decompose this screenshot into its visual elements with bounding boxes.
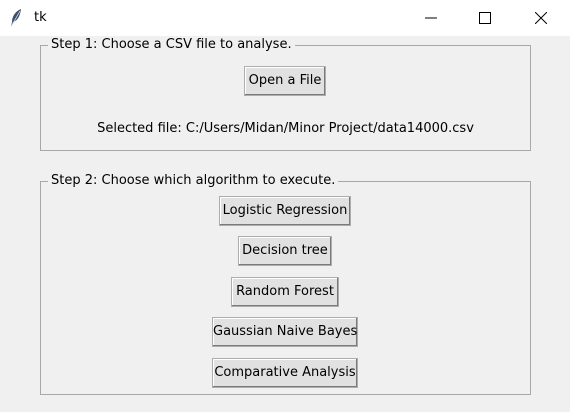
step2-legend: Step 2: Choose which algorithm to execut…	[51, 173, 336, 188]
gaussian-naive-bayes-button[interactable]: Gaussian Naive Bayes	[212, 317, 358, 347]
random-forest-button[interactable]: Random Forest	[231, 277, 339, 307]
title-bar[interactable]: tk	[0, 0, 570, 37]
close-button[interactable]	[518, 0, 564, 36]
feather-icon	[9, 8, 23, 28]
decision-tree-button[interactable]: Decision tree	[238, 236, 332, 266]
maximize-icon	[479, 12, 491, 24]
minimize-icon	[425, 17, 437, 19]
minimize-button[interactable]	[408, 0, 454, 36]
open-file-button[interactable]: Open a File	[244, 66, 326, 96]
close-icon	[535, 12, 547, 24]
logistic-regression-button[interactable]: Logistic Regression	[219, 196, 351, 226]
step1-legend: Step 1: Choose a CSV file to analyse.	[51, 37, 292, 52]
window-title: tk	[34, 10, 47, 25]
maximize-button[interactable]	[462, 0, 508, 36]
selected-file-label: Selected file: C:/Users/Midan/Minor Proj…	[97, 121, 474, 136]
comparative-analysis-button[interactable]: Comparative Analysis	[212, 358, 358, 388]
